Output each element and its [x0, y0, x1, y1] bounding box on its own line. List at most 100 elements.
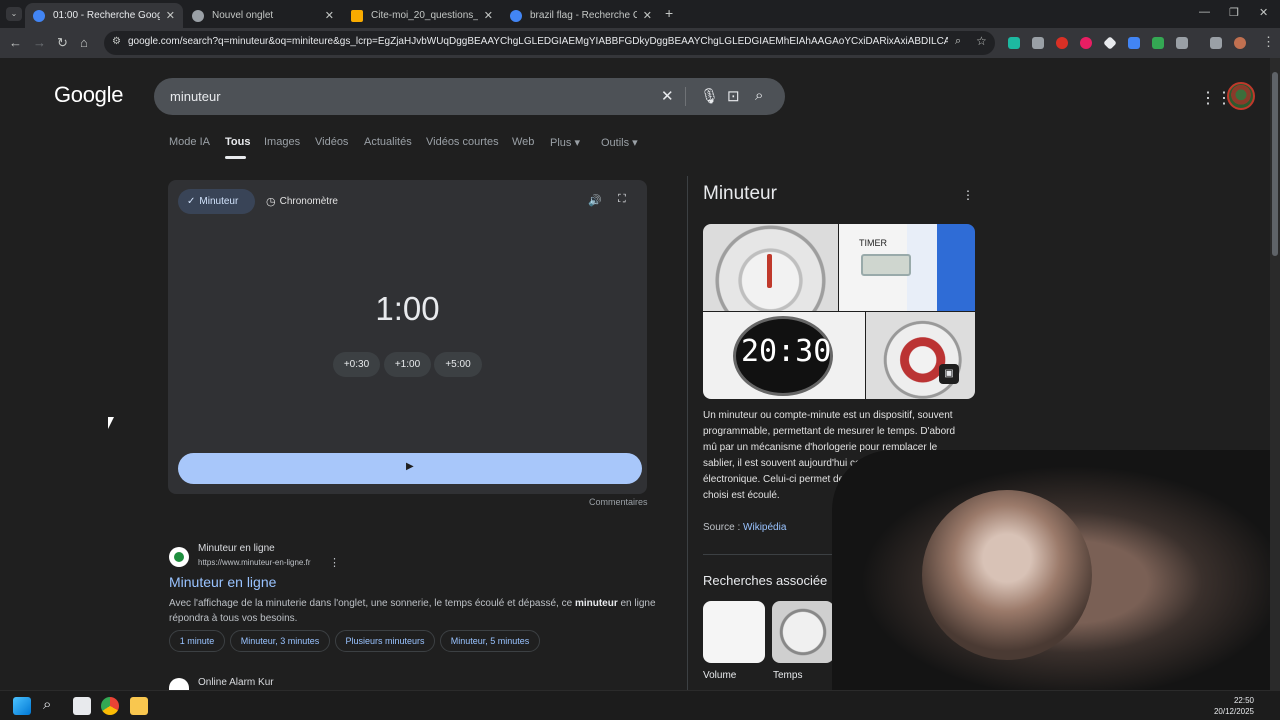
tab-videos[interactable]: Vidéos — [315, 136, 348, 148]
led-display-text: 20:30 — [741, 334, 832, 369]
mouse-cursor-icon — [108, 417, 114, 429]
extension-icon[interactable] — [1103, 36, 1117, 50]
profile-icon[interactable] — [1234, 37, 1246, 49]
browser-tab-2[interactable]: Nouvel onglet ✕ — [184, 3, 342, 28]
close-tab-icon[interactable]: ✕ — [643, 9, 652, 22]
extension-icon[interactable] — [1128, 37, 1140, 49]
new-tab-icon[interactable]: + — [665, 5, 673, 21]
tab-images[interactable]: Images — [264, 136, 300, 148]
windows-taskbar: ⌕ 22:50 20/12/2025 — [0, 690, 1280, 720]
timer-widget: ✓ Minuteur ◷ Chronomètre 🔊 ⛶ 1:00 +0:30 … — [168, 180, 647, 494]
related-temps-label[interactable]: Temps — [773, 670, 802, 681]
sitelink-chip[interactable]: Minuteur, 5 minutes — [440, 630, 540, 652]
search-icon[interactable]: ⌕ — [755, 87, 763, 104]
play-icon: ▶ — [406, 461, 414, 472]
kitchen-timer-image[interactable] — [703, 224, 838, 311]
clock-icon: ◷ — [266, 196, 276, 208]
zoom-icon[interactable]: ⌕ — [955, 35, 961, 48]
result-title-link[interactable]: Minuteur en ligne — [169, 574, 276, 590]
active-tab-indicator — [225, 156, 246, 159]
digital-timer-image[interactable]: TIMER — [839, 224, 975, 311]
task-view-icon[interactable] — [73, 697, 91, 715]
extension-icon[interactable] — [1056, 37, 1068, 49]
scrollbar-thumb[interactable] — [1272, 72, 1278, 256]
close-window-icon[interactable]: ✕ — [1259, 6, 1268, 19]
taskbar-clock[interactable]: 22:50 20/12/2025 — [1214, 695, 1254, 717]
extension-icon[interactable] — [1152, 37, 1164, 49]
dial-timer-image[interactable]: ▣ — [866, 312, 975, 399]
add-30s-button[interactable]: +0:30 — [333, 352, 380, 377]
chrome-icon[interactable] — [101, 697, 119, 715]
more-options-icon[interactable]: ⋮ — [962, 188, 974, 202]
home-icon[interactable]: ⌂ — [80, 35, 88, 50]
camera-extension-icon[interactable] — [1032, 37, 1044, 49]
sitelink-chip[interactable]: 1 minute — [169, 630, 225, 652]
google-favicon-icon — [510, 9, 522, 22]
feedback-link[interactable]: Commentaires — [589, 497, 648, 507]
tab-actualites[interactable]: Actualités — [364, 136, 412, 148]
result-site-name[interactable]: Online Alarm Kur — [198, 677, 274, 688]
browser-tab-strip: ⌄ 01:00 - Recherche Google ✕ Nouvel ongl… — [0, 0, 1280, 28]
wikipedia-link[interactable]: Wikipédia — [743, 522, 786, 533]
page-scrollbar[interactable] — [1270, 58, 1280, 690]
slides-favicon-icon — [351, 9, 363, 22]
tab-plus[interactable]: Plus ▾ — [550, 136, 580, 149]
sitelink-chip[interactable]: Minuteur, 3 minutes — [230, 630, 330, 652]
bookmark-star-icon[interactable]: ☆ — [976, 34, 987, 48]
search-query: minuteur — [170, 89, 221, 104]
close-tab-icon[interactable]: ✕ — [484, 9, 493, 22]
browser-menu-icon[interactable]: ⋮ — [1262, 34, 1275, 50]
minimize-icon[interactable]: — — [1199, 6, 1210, 18]
add-5min-button[interactable]: +5:00 — [434, 352, 482, 377]
close-tab-icon[interactable]: ✕ — [325, 9, 334, 22]
fullscreen-icon[interactable]: ⛶ — [618, 193, 626, 206]
sitelink-chip[interactable]: Plusieurs minuteurs — [335, 630, 435, 652]
tab-chronometre[interactable]: ◷ Chronomètre — [266, 189, 338, 214]
microphone-icon[interactable]: 🎙 — [700, 87, 719, 105]
search-input[interactable]: minuteur ✕ 🎙 ⊡ ⌕ — [154, 78, 785, 115]
extension-icon[interactable] — [1008, 37, 1020, 49]
result-site-name[interactable]: Minuteur en ligne — [198, 543, 275, 554]
related-temps-image[interactable] — [772, 601, 834, 663]
start-button[interactable]: ▶ — [178, 453, 642, 484]
clock-time: 22:50 — [1233, 696, 1254, 705]
avatar[interactable] — [1227, 82, 1255, 110]
close-tab-icon[interactable]: ✕ — [166, 9, 175, 22]
site-info-icon[interactable]: ⚙ — [112, 36, 121, 47]
back-icon[interactable]: ← — [9, 35, 22, 50]
google-favicon-icon — [33, 9, 45, 22]
tab-list-icon[interactable]: ⌄ — [6, 7, 22, 21]
search-icon[interactable]: ⌕ — [43, 696, 51, 713]
file-explorer-icon[interactable] — [130, 697, 148, 715]
address-bar[interactable]: ⚙ google.com/search?q=minuteur&oq=minite… — [104, 31, 995, 55]
extensions-puzzle-icon[interactable] — [1176, 37, 1188, 49]
related-volume-image[interactable] — [703, 601, 765, 663]
forward-icon[interactable]: → — [33, 35, 46, 50]
result-url[interactable]: https://www.minuteur-en-ligne.fr — [198, 558, 311, 567]
led-timer-image[interactable]: 20:30 — [703, 312, 865, 399]
tab-minuteur[interactable]: ✓ Minuteur — [178, 189, 255, 214]
add-1min-button[interactable]: +1:00 — [384, 352, 431, 377]
restore-icon[interactable]: ❐ — [1229, 6, 1239, 19]
related-volume-label[interactable]: Volume — [703, 670, 736, 681]
tab-videos-courtes[interactable]: Vidéos courtes — [426, 136, 499, 148]
google-logo[interactable]: Google — [54, 82, 123, 108]
tab-minuteur-label: Minuteur — [199, 196, 239, 207]
browser-tab-3[interactable]: Cite-moi_20_questions_design... ✕ — [343, 3, 501, 28]
extension-icon[interactable] — [1080, 37, 1092, 49]
lens-camera-icon[interactable]: ⊡ — [727, 87, 740, 105]
image-search-icon[interactable]: ▣ — [939, 364, 959, 384]
browser-tab-4[interactable]: brazil flag - Recherche Google ✕ — [502, 3, 660, 28]
tab-outils[interactable]: Outils ▾ — [601, 136, 638, 149]
tab-web[interactable]: Web — [512, 136, 534, 148]
clear-icon[interactable]: ✕ — [661, 87, 674, 105]
tab-mode-ia[interactable]: Mode IA — [169, 136, 210, 148]
reading-list-icon[interactable] — [1210, 37, 1222, 49]
volume-icon[interactable]: 🔊 — [588, 194, 602, 207]
reload-icon[interactable]: ↻ — [57, 35, 68, 51]
tab-tous[interactable]: Tous — [225, 136, 250, 148]
timer-display[interactable]: 1:00 — [168, 290, 647, 328]
result-more-icon[interactable]: ⋮ — [329, 556, 340, 569]
browser-tab-1[interactable]: 01:00 - Recherche Google ✕ — [25, 3, 183, 28]
windows-start-icon[interactable] — [13, 697, 31, 715]
